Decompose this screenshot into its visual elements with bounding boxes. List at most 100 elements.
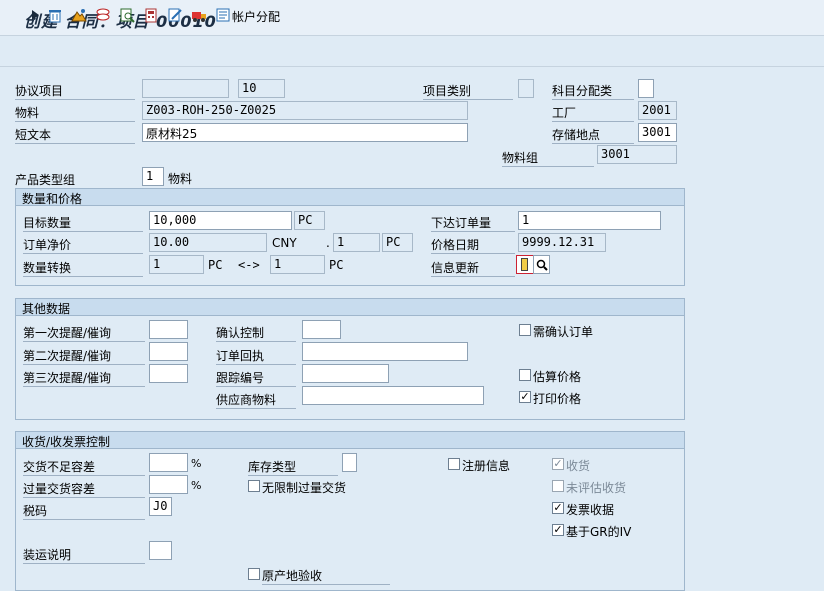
conv-right-unit: PC	[329, 258, 344, 272]
storage-loc-field[interactable]: 3001	[638, 123, 677, 142]
search-icon	[536, 259, 548, 271]
target-qty-label: 目标数量	[23, 214, 143, 232]
over-tol-label: 过量交货容差	[23, 480, 145, 498]
inv-receipt-label: 发票收据	[566, 503, 615, 517]
est-price-label: 估算价格	[533, 370, 582, 384]
unlimited-over-label: 无限制过量交货	[262, 481, 347, 495]
non-val-gr-label: 未评估收货	[566, 481, 627, 495]
conv-left-field: 1	[149, 255, 204, 274]
target-qty-field[interactable]: 10,000	[149, 211, 292, 230]
stock-type-field[interactable]	[342, 453, 357, 472]
per-unit-field: PC	[382, 233, 413, 252]
acct-assign-cat-label: 科目分配类	[552, 82, 634, 100]
register-info-label: 注册信息	[462, 459, 511, 473]
gr-label: 收货	[566, 459, 591, 473]
release-order-field[interactable]: 1	[518, 211, 661, 230]
agreement-item-label: 协议项目	[15, 82, 135, 100]
conf-control-field[interactable]	[302, 320, 341, 339]
non-val-gr-checkbox	[552, 480, 564, 492]
unlimited-over-checkbox[interactable]	[248, 480, 260, 492]
per-value-field: 1	[333, 233, 380, 252]
currency-text: CNY	[272, 236, 297, 250]
order-price-field: 10.00	[149, 233, 267, 252]
conf-control-label: 确认控制	[216, 324, 296, 342]
ack-required-checkbox[interactable]	[519, 324, 531, 336]
search-help-button[interactable]	[533, 255, 550, 274]
truck-icon[interactable]	[190, 6, 208, 24]
item-category-field	[518, 79, 534, 98]
conv-arrow: <->	[238, 258, 260, 272]
product-type-label: 产品类型组	[15, 171, 135, 189]
application-toolbar	[0, 37, 824, 67]
conv-right-field: 1	[270, 255, 325, 274]
reminder3-field[interactable]	[149, 364, 188, 383]
account-assign-icon[interactable]	[214, 6, 232, 24]
storage-loc-label: 存储地点	[552, 126, 634, 144]
material-group-label: 物料组	[502, 149, 594, 167]
order-ack-field[interactable]	[302, 342, 468, 361]
over-tol-pct: %	[191, 479, 202, 492]
reminder1-label: 第一次提醒/催询	[23, 324, 145, 342]
tax-code-field[interactable]: J0	[149, 497, 172, 516]
material-label: 物料	[15, 104, 135, 122]
reminder3-label: 第三次提醒/催询	[23, 369, 145, 387]
per-dot: .	[326, 236, 330, 250]
product-type-field[interactable]: 1	[142, 167, 164, 186]
info-update-field[interactable]	[516, 255, 534, 274]
acct-assign-cat-field[interactable]	[638, 79, 654, 98]
order-price-label: 订单净价	[23, 236, 143, 254]
ack-required-label: 需确认订单	[533, 325, 594, 339]
info-update-label: 信息更新	[431, 259, 515, 277]
conv-left-unit: PC	[208, 258, 223, 272]
plant-label: 工厂	[552, 104, 634, 122]
trash-icon[interactable]	[46, 6, 64, 24]
print-price-checkbox[interactable]: ✓	[519, 391, 531, 403]
vendor-material-field[interactable]	[302, 386, 484, 405]
origin-insp-label: 原产地验收	[262, 567, 390, 585]
order-ack-label: 订单回执	[216, 347, 296, 365]
stack-icon[interactable]	[94, 6, 112, 24]
tracking-label: 跟踪编号	[216, 369, 296, 387]
material-group-field: 3001	[597, 145, 677, 164]
calculator-icon[interactable]	[142, 6, 160, 24]
reminder2-field[interactable]	[149, 342, 188, 361]
reminder1-field[interactable]	[149, 320, 188, 339]
under-tol-field[interactable]	[149, 453, 188, 472]
misc-group-title: 其他数据	[16, 299, 684, 316]
mountain-icon[interactable]	[70, 6, 88, 24]
price-date-field: 9999.12.31	[518, 233, 606, 252]
gr-checkbox: ✓	[552, 457, 564, 470]
tax-code-label: 税码	[23, 502, 145, 520]
plant-field: 2001	[638, 101, 677, 120]
agreement-item-field: 10	[238, 79, 285, 98]
origin-insp-checkbox[interactable]	[248, 568, 260, 580]
edit-icon[interactable]	[166, 6, 184, 24]
under-tol-label: 交货不足容差	[23, 458, 145, 476]
gr-based-iv-label: 基于GR的IV	[566, 525, 632, 539]
reminder2-label: 第二次提醒/催询	[23, 347, 145, 365]
conversion-label: 数量转换	[23, 259, 143, 277]
gr-based-iv-checkbox[interactable]: ✓	[552, 524, 564, 536]
stock-type-label: 库存类型	[248, 458, 338, 476]
shipping-instr-field[interactable]	[149, 541, 172, 560]
material-field: Z003-ROH-250-Z0025	[142, 101, 468, 120]
register-info-checkbox[interactable]	[448, 458, 460, 470]
agreement-item-prefix-field	[142, 79, 229, 98]
play-icon[interactable]	[26, 6, 44, 24]
text-cursor	[521, 258, 528, 271]
item-category-label: 项目类别	[423, 82, 513, 100]
short-text-field[interactable]: 原材料25	[142, 123, 468, 142]
shipping-instr-label: 装运说明	[23, 546, 145, 564]
short-text-label: 短文本	[15, 126, 135, 144]
tracking-field[interactable]	[302, 364, 389, 383]
target-qty-unit: PC	[294, 211, 325, 230]
account-assign-button[interactable]: 帐户分配	[232, 8, 280, 25]
release-order-label: 下达订单量	[431, 214, 515, 232]
print-price-label: 打印价格	[533, 392, 582, 406]
est-price-checkbox[interactable]	[519, 369, 531, 381]
over-tol-field[interactable]	[149, 475, 188, 494]
inv-receipt-checkbox[interactable]: ✓	[552, 502, 564, 514]
price-date-label: 价格日期	[431, 236, 515, 254]
qty-price-group-title: 数量和价格	[16, 189, 684, 206]
search-doc-icon[interactable]	[118, 6, 136, 24]
